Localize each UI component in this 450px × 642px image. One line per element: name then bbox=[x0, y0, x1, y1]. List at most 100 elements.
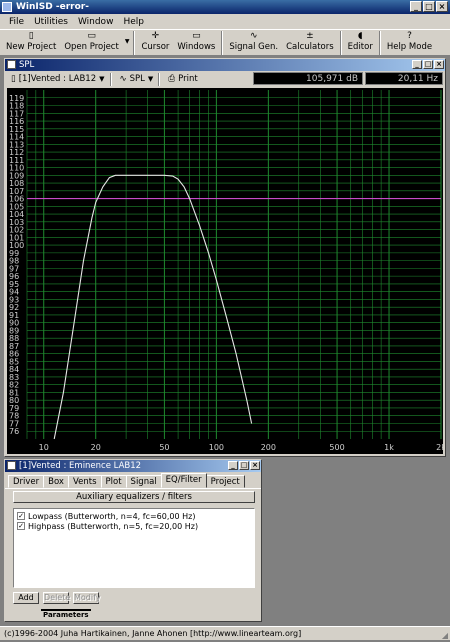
windows-button[interactable]: ▭ Windows bbox=[173, 30, 219, 56]
y-tick-label: 101 bbox=[9, 233, 24, 242]
help-icon: ? bbox=[407, 31, 412, 41]
resize-grip-icon[interactable]: ◢ bbox=[442, 629, 448, 642]
modify-filter-button[interactable]: Modify bbox=[73, 592, 101, 604]
tab-driver[interactable]: Driver bbox=[8, 475, 45, 488]
spl-maximize-button[interactable]: □ bbox=[423, 60, 433, 69]
help-mode-button[interactable]: ? Help Mode bbox=[383, 30, 436, 56]
filter-button-row: Add Delete Modify bbox=[13, 592, 101, 604]
signal-gen-button[interactable]: ∿ Signal Gen. bbox=[225, 30, 282, 56]
x-tick-label: 10 bbox=[39, 443, 49, 452]
speaker-editor-icon: ◖ bbox=[357, 31, 363, 41]
tab-signal[interactable]: Signal bbox=[125, 475, 162, 488]
delete-filter-button[interactable]: Delete bbox=[43, 592, 70, 604]
menu-utilities[interactable]: Utilities bbox=[29, 17, 73, 27]
new-project-button[interactable]: ▯ New Project bbox=[2, 30, 60, 56]
x-tick-label: 200 bbox=[261, 443, 276, 452]
winisd-app: WinISD -error- _ □ × File Utilities Wind… bbox=[0, 0, 450, 640]
tab-eq-filter[interactable]: EQ/Filter bbox=[160, 473, 207, 488]
chevron-down-icon: ▼ bbox=[99, 75, 105, 83]
spl-window-title-bar: SPL _ □ × bbox=[5, 59, 445, 71]
y-tick-label: 79 bbox=[9, 404, 19, 413]
chevron-down-icon: ▼ bbox=[147, 75, 154, 83]
project-tabs: Driver Box Vents Plot Signal EQ/Filter P… bbox=[5, 472, 261, 489]
spl-close-button[interactable]: × bbox=[434, 60, 444, 69]
y-tick-label: 112 bbox=[9, 148, 24, 157]
y-tick-label: 115 bbox=[9, 125, 24, 134]
cursor-hz-readout: 20,11 Hz bbox=[365, 72, 443, 85]
spl-toolbar-separator bbox=[158, 72, 161, 86]
maximize-button[interactable]: □ bbox=[423, 1, 435, 12]
y-tick-label: 108 bbox=[9, 179, 24, 188]
tab-project[interactable]: Project bbox=[205, 475, 245, 488]
y-tick-label: 116 bbox=[9, 117, 24, 126]
vented-window-icon bbox=[7, 461, 16, 470]
sine-wave-icon: ∿ bbox=[119, 74, 127, 84]
toolbar-separator bbox=[339, 31, 342, 55]
spl-window-icon bbox=[7, 60, 16, 69]
cursor-button[interactable]: ✛ Cursor bbox=[137, 30, 173, 56]
add-filter-button[interactable]: Add bbox=[13, 592, 39, 604]
y-tick-label: 107 bbox=[9, 187, 24, 196]
new-project-icon: ▯ bbox=[28, 31, 34, 41]
y-tick-label: 76 bbox=[9, 427, 19, 436]
window-title: WinISD -error- bbox=[16, 2, 89, 12]
project-select[interactable]: ▯ [1]Vented : LAB12 ▼ bbox=[8, 73, 108, 86]
y-tick-label: 94 bbox=[9, 288, 19, 297]
dropdown-arrow-icon: ▼ bbox=[124, 38, 130, 45]
y-tick-label: 89 bbox=[9, 326, 19, 335]
tab-vents[interactable]: Vents bbox=[67, 475, 102, 488]
toolbar-separator bbox=[133, 31, 136, 55]
y-tick-label: 86 bbox=[9, 350, 19, 359]
minimize-button[interactable]: _ bbox=[410, 1, 422, 12]
y-tick-label: 91 bbox=[9, 311, 19, 320]
menu-help[interactable]: Help bbox=[118, 17, 149, 27]
x-tick-label: 20 bbox=[91, 443, 101, 452]
vented-minimize-button[interactable]: _ bbox=[228, 461, 238, 470]
spl-toolbar: ▯ [1]Vented : LAB12 ▼ ∿ SPL ▼ ⎙ Print 10… bbox=[5, 71, 445, 87]
menu-file[interactable]: File bbox=[4, 17, 29, 27]
x-tick-label: 2k bbox=[436, 443, 443, 452]
y-tick-label: 111 bbox=[9, 156, 24, 165]
calculators-button[interactable]: ± Calculators bbox=[282, 30, 338, 56]
list-item[interactable]: ✓ Lowpass (Butterworth, n=4, fc=60,00 Hz… bbox=[17, 511, 251, 521]
spl-toolbar-separator bbox=[109, 72, 112, 86]
open-project-button[interactable]: ▭ Open Project bbox=[60, 30, 123, 56]
y-tick-label: 96 bbox=[9, 272, 19, 281]
editor-button[interactable]: ◖ Editor bbox=[344, 30, 377, 56]
x-tick-label: 100 bbox=[209, 443, 224, 452]
vented-close-button[interactable]: × bbox=[250, 461, 260, 470]
menu-window[interactable]: Window bbox=[73, 17, 119, 27]
spl-plot-area[interactable]: 76 77 78 79 80 81 82 83 84 85 86 87 88 89 90 91 92 93 94 95… bbox=[7, 88, 443, 454]
y-tick-label: 104 bbox=[9, 210, 24, 219]
vented-maximize-button[interactable]: □ bbox=[239, 461, 249, 470]
y-tick-label: 80 bbox=[9, 396, 19, 405]
y-tick-label: 77 bbox=[9, 419, 19, 428]
tab-box[interactable]: Box bbox=[43, 475, 69, 488]
checkbox-checked-icon[interactable]: ✓ bbox=[17, 512, 25, 520]
checkbox-checked-icon[interactable]: ✓ bbox=[17, 522, 25, 530]
x-tick-label: 50 bbox=[159, 443, 169, 452]
auxiliary-filters-button[interactable]: Auxiliary equalizers / filters bbox=[13, 491, 255, 503]
y-tick-label: 118 bbox=[9, 102, 24, 111]
spl-minimize-button[interactable]: _ bbox=[412, 60, 422, 69]
vented-project-window: [1]Vented : Eminence LAB12 _ □ × Driver … bbox=[4, 459, 262, 622]
list-item[interactable]: ✓ Highpass (Butterworth, n=5, fc=20,00 H… bbox=[17, 521, 251, 531]
y-tick-label: 114 bbox=[9, 133, 24, 142]
tab-plot[interactable]: Plot bbox=[100, 475, 127, 488]
print-button[interactable]: ⎙ Print bbox=[165, 73, 200, 86]
parameters-tab[interactable]: Parameters bbox=[41, 609, 91, 619]
graph-type-select[interactable]: ∿ SPL ▼ bbox=[117, 73, 157, 86]
y-tick-label: 106 bbox=[9, 195, 24, 204]
y-tick-label: 102 bbox=[9, 226, 24, 235]
status-bar: (c)1996-2004 Juha Hartikainen, Janne Aho… bbox=[0, 626, 450, 640]
y-tick-label: 88 bbox=[9, 334, 19, 343]
y-tick-label: 117 bbox=[9, 109, 24, 118]
y-tick-label: 90 bbox=[9, 319, 19, 328]
close-button[interactable]: × bbox=[436, 1, 448, 12]
vented-window-title-bar: [1]Vented : Eminence LAB12 _ □ × bbox=[5, 460, 261, 472]
toolbar: ▯ New Project ▭ Open Project ▼ ✛ Cursor … bbox=[0, 29, 450, 56]
y-tick-label: 82 bbox=[9, 381, 19, 390]
y-tick-label: 93 bbox=[9, 295, 19, 304]
y-tick-label: 92 bbox=[9, 303, 19, 312]
open-project-dropdown[interactable]: ▼ bbox=[123, 30, 132, 56]
